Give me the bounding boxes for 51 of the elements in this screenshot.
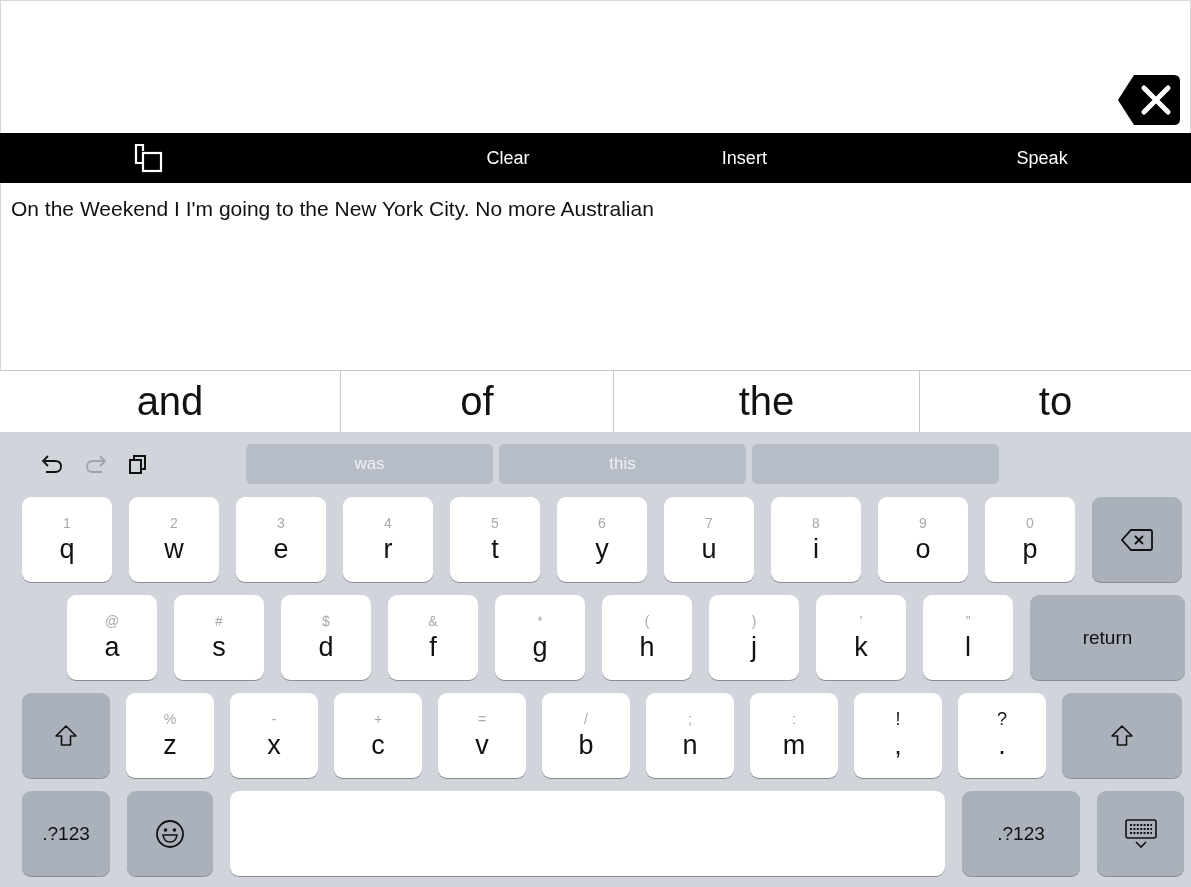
letter-key[interactable]: - x xyxy=(230,693,318,778)
letter-key[interactable]: ” l xyxy=(923,595,1013,680)
letter-key[interactable]: ; n xyxy=(646,693,734,778)
hide-keyboard-key[interactable] xyxy=(1097,791,1184,876)
letter-key[interactable]: $ d xyxy=(281,595,371,680)
letter-key[interactable]: 1 q xyxy=(22,497,112,582)
smiley-icon xyxy=(155,818,185,849)
keyboard-icon xyxy=(1123,817,1158,850)
letter-key[interactable]: ’ k xyxy=(816,595,906,680)
toolbar-button[interactable]: Clear xyxy=(480,143,536,173)
letter-key[interactable]: 5 t xyxy=(450,497,540,582)
numbers-key[interactable]: .?123 xyxy=(22,791,110,876)
letter-key[interactable]: & f xyxy=(388,595,478,680)
letter-key[interactable]: % z xyxy=(126,693,214,778)
prediction-button[interactable]: and xyxy=(130,379,210,424)
letter-key[interactable]: 2 w xyxy=(129,497,219,582)
shift-icon xyxy=(54,723,78,748)
letter-key[interactable]: # s xyxy=(174,595,264,680)
letter-key[interactable]: : m xyxy=(750,693,838,778)
letter-key[interactable]: @ a xyxy=(67,595,157,680)
paste-icon[interactable] xyxy=(128,453,148,475)
undo-icon[interactable] xyxy=(40,454,64,474)
prediction-button[interactable]: of xyxy=(454,379,500,424)
letter-key[interactable]: + c xyxy=(334,693,422,778)
message-text: On the Weekend I I'm going to the New York City. No more Australian xyxy=(11,197,654,220)
letter-key[interactable]: * g xyxy=(495,595,585,680)
letter-key[interactable]: / b xyxy=(542,693,630,778)
letter-key[interactable]: ) j xyxy=(709,595,799,680)
numbers-key[interactable]: .?123 xyxy=(962,791,1080,876)
letter-key[interactable]: ! , xyxy=(854,693,942,778)
letter-key[interactable]: 4 r xyxy=(343,497,433,582)
letter-key[interactable]: ? . xyxy=(958,693,1046,778)
prediction-button[interactable]: to xyxy=(1032,379,1079,424)
prediction-button[interactable]: the xyxy=(732,379,801,424)
copy-icon[interactable] xyxy=(132,143,165,173)
letter-key[interactable]: 3 e xyxy=(236,497,326,582)
letter-key[interactable]: 0 p xyxy=(985,497,1075,582)
shift-icon xyxy=(1110,723,1134,748)
letter-key[interactable]: 6 y xyxy=(557,497,647,582)
letter-key[interactable]: 8 i xyxy=(771,497,861,582)
backspace-key[interactable] xyxy=(1092,497,1182,582)
toolbar-button[interactable]: Speak xyxy=(1010,143,1074,173)
letter-key[interactable]: 7 u xyxy=(664,497,754,582)
emoji-key[interactable] xyxy=(127,791,213,876)
toolbar-button[interactable]: Insert xyxy=(715,143,773,173)
letter-key[interactable]: ( h xyxy=(602,595,692,680)
return-key[interactable]: return xyxy=(1030,595,1185,680)
letter-key[interactable]: 9 o xyxy=(878,497,968,582)
delete-icon[interactable] xyxy=(1118,75,1180,125)
backspace-icon xyxy=(1120,527,1154,552)
letter-key[interactable]: = v xyxy=(438,693,526,778)
